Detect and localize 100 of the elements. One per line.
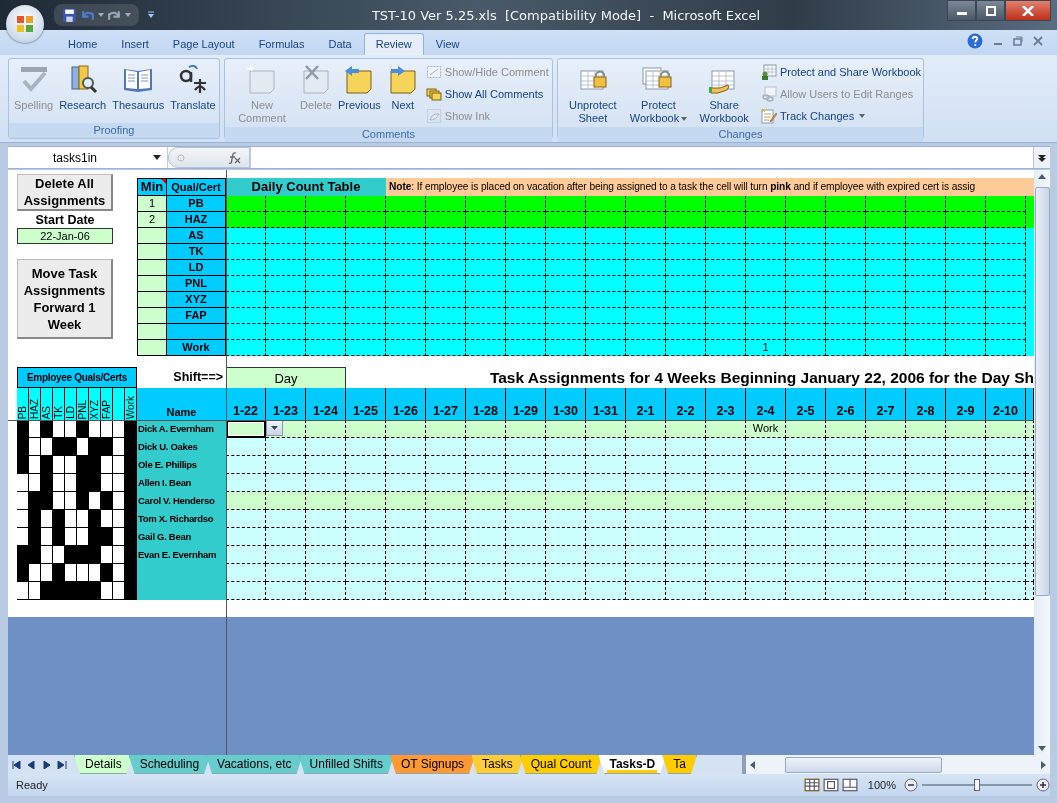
ribbon-tab[interactable]: Data [316, 33, 364, 55]
customize-toolbar-icon[interactable] [147, 11, 155, 19]
ribbon-button[interactable]: Next [383, 61, 422, 127]
column-header: 2-4 [746, 388, 786, 420]
column-header: AS [41, 388, 53, 420]
zoom-out-icon[interactable] [904, 778, 918, 792]
sheet-navigation-icon[interactable] [10, 760, 70, 769]
column-header: 1-22 [226, 388, 266, 420]
sheet-tab[interactable]: Tasks [471, 755, 524, 774]
ink-icon [425, 107, 442, 124]
ribbon-button[interactable]: Show All Comments [425, 85, 549, 102]
column-header: PNL [77, 388, 89, 420]
move-assignments-button[interactable]: Move Task Assignments Forward 1 Week [17, 259, 113, 339]
ribbon-button[interactable]: Thesaurus [109, 61, 168, 123]
ribbon-button[interactable]: Translate [167, 61, 219, 123]
column-header: Employee Quals/Certs [17, 367, 137, 388]
table-cell: XYZ [167, 292, 226, 308]
close-icon [1022, 5, 1034, 16]
table-cell: HAZ [167, 212, 226, 228]
sheet-tab[interactable]: Qual Count [519, 755, 603, 774]
expand-button[interactable] [1033, 147, 1050, 168]
maximize-icon [984, 5, 997, 16]
minimize-button[interactable] [947, 0, 976, 21]
right-arrow-icon[interactable] [1041, 760, 1046, 769]
sheet-tab[interactable]: Unfilled Shifts [298, 755, 394, 774]
column-header: 2-9 [946, 388, 986, 420]
restore-icon[interactable] [1013, 36, 1023, 46]
sheet-tab[interactable]: Vacations, etc [206, 755, 303, 774]
employee-name: Evan E. Evernham [137, 546, 226, 564]
ribbon-tab[interactable]: Insert [109, 33, 161, 55]
caret-icon [153, 155, 161, 160]
employee-name: Allen I. Bean [137, 474, 226, 492]
ribbon-tab[interactable]: Formulas [246, 33, 317, 55]
sheet-tab[interactable]: Details [74, 755, 133, 774]
column-header: 2-7 [866, 388, 906, 420]
table-cell: 2 [137, 212, 167, 228]
slider-thumb[interactable] [974, 779, 980, 791]
column-header: 1-27 [426, 388, 466, 420]
close-icon[interactable] [1033, 36, 1043, 46]
maximize-button[interactable] [976, 0, 1005, 21]
ribbon-tab[interactable]: Home [56, 33, 110, 55]
save-icon[interactable] [62, 7, 77, 23]
ribbon-tab[interactable]: View [423, 33, 472, 55]
pencil-sheet-icon [760, 107, 777, 124]
ribbon-tab[interactable]: Page Layout [160, 33, 247, 55]
circle-icon [177, 153, 185, 162]
scroll-thumb[interactable] [1034, 187, 1050, 596]
column-header: 1-30 [546, 388, 586, 420]
ribbon-button[interactable]: Protect and Share Workbook [760, 63, 921, 80]
horizontal-scrollbar[interactable] [746, 755, 1050, 774]
up-arrow-icon[interactable] [1038, 174, 1046, 179]
column-header: LD [65, 388, 77, 420]
help-icon[interactable] [967, 33, 983, 49]
ribbon-button[interactable]: Protect Workbook [625, 61, 692, 127]
column-header: 1-31 [586, 388, 626, 420]
note-cross-icon [300, 63, 332, 95]
group-label: Changes [558, 127, 923, 142]
vertical-scrollbar[interactable] [1034, 170, 1050, 755]
table-cell: AS [167, 228, 226, 244]
caret-icon[interactable] [98, 13, 104, 17]
ribbon-button[interactable]: Research [56, 61, 110, 123]
ribbon-button[interactable]: Share Workbook [691, 61, 757, 127]
start-date-field[interactable]: 22-Jan-06 [17, 228, 113, 244]
down-arrow-icon[interactable] [1038, 746, 1046, 751]
sheet-tab[interactable]: Tasks-D [598, 755, 667, 774]
page-layout-icon[interactable] [822, 778, 839, 792]
page-break-icon[interactable] [841, 778, 858, 792]
ribbon-button[interactable]: Track Changes [760, 107, 921, 124]
comment-marker-icon [161, 179, 166, 184]
minimize-icon [956, 12, 967, 15]
caret-icon[interactable] [125, 13, 131, 17]
column-header: PB [17, 388, 29, 420]
employee-name: Carol V. Henderso [137, 492, 226, 510]
column-header: 2-1 [626, 388, 666, 420]
column-header: Work [125, 388, 137, 420]
left-arrow-icon[interactable] [750, 760, 755, 769]
notes-stack-icon [425, 85, 442, 102]
function-icon[interactable] [227, 151, 241, 164]
ribbon-tab[interactable]: Review [363, 33, 424, 55]
column-header: 2-5 [786, 388, 826, 420]
close-button[interactable] [1005, 0, 1051, 21]
table-cell: PNL [167, 276, 226, 292]
zoom-in-icon[interactable] [1036, 778, 1050, 792]
normal-view-icon[interactable] [803, 778, 820, 792]
group-label: Proofing [9, 123, 219, 138]
double-caret-icon [1038, 153, 1046, 162]
name-box[interactable]: tasks1in [8, 147, 168, 168]
delete-assignments-button[interactable]: Delete All Assignments [17, 174, 113, 211]
caret-icon [271, 426, 278, 430]
column-header: HAZ [29, 388, 41, 420]
ribbon-button[interactable]: Previous [335, 61, 384, 127]
column-header: TK [53, 388, 65, 420]
note-icon [425, 63, 442, 80]
sheet-tab[interactable]: Ta [662, 755, 697, 774]
scroll-thumb[interactable] [785, 756, 942, 773]
column-header: 1-24 [306, 388, 346, 420]
ribbon-button[interactable]: Unprotect Sheet [560, 61, 626, 127]
office-button[interactable] [6, 5, 44, 43]
group-label: Comments [225, 127, 552, 142]
employee-name: Gail G. Bean [137, 528, 226, 546]
